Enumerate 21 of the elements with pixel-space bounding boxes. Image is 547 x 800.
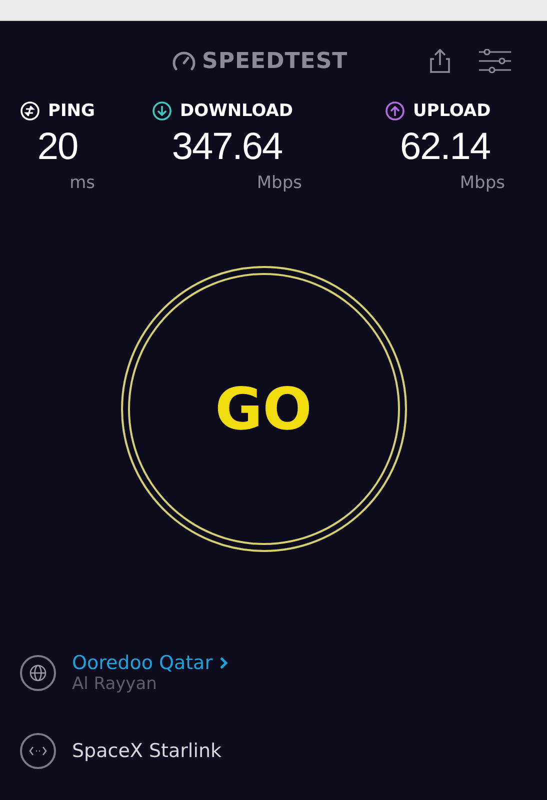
server-name: SpaceX Starlink (72, 740, 222, 762)
stat-unit: Mbps (458, 173, 505, 193)
stat-value: 20 (36, 125, 79, 170)
server-icon (20, 733, 56, 769)
settings-icon[interactable] (479, 49, 511, 73)
stat-label: UPLOAD (413, 101, 491, 121)
stat-unit: ms (68, 173, 95, 193)
stat-label: DOWNLOAD (180, 101, 294, 121)
stat-value: 62.14 (398, 125, 492, 170)
stat-label: PING (48, 101, 95, 121)
gauge-icon (172, 50, 196, 72)
stat-unit: Mbps (256, 173, 302, 193)
provider-link[interactable]: Ooredoo Qatar (72, 652, 228, 674)
chevron-icon (218, 656, 228, 670)
speedtest-logo: SPEEDTEST (202, 48, 348, 74)
stat-value: 347.64 (170, 125, 284, 170)
globe-icon (20, 655, 56, 691)
go-button[interactable]: GO (120, 266, 406, 552)
ping-icon (20, 101, 40, 121)
provider-location: Al Rayyan (72, 674, 158, 694)
share-icon[interactable] (429, 48, 451, 74)
